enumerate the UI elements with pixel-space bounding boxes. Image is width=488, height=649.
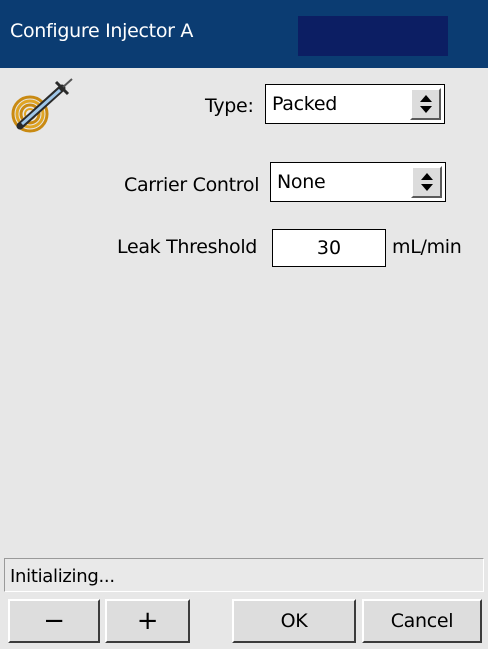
carrier-control-value: None	[277, 171, 326, 193]
leak-threshold-input[interactable]: 30	[272, 229, 386, 267]
type-label: Type:	[205, 95, 254, 117]
cancel-button[interactable]: Cancel	[362, 599, 482, 643]
status-bar: Initializing...	[4, 558, 484, 592]
injector-coil-icon	[6, 76, 86, 136]
leak-threshold-unit: mL/min	[392, 236, 462, 258]
decrement-button[interactable]: −	[8, 599, 100, 643]
up-down-arrows-icon	[420, 95, 432, 113]
configure-injector-window: Configure Injector A Type: Packed Carrie…	[0, 0, 488, 649]
increment-button[interactable]: +	[105, 599, 190, 643]
ok-button[interactable]: OK	[232, 599, 356, 643]
carrier-control-label: Carrier Control	[124, 174, 260, 196]
window-title: Configure Injector A	[10, 20, 194, 42]
status-text: Initializing...	[10, 566, 115, 587]
title-bar: Configure Injector A	[0, 0, 488, 68]
type-spinner-button[interactable]	[410, 88, 441, 120]
type-select[interactable]: Packed	[265, 84, 445, 124]
carrier-control-select[interactable]: None	[270, 162, 446, 202]
carrier-control-spinner-button[interactable]	[411, 166, 442, 198]
type-select-value: Packed	[272, 93, 337, 115]
up-down-arrows-icon	[421, 173, 433, 191]
title-bar-accent	[298, 16, 448, 56]
leak-threshold-label: Leak Threshold	[117, 236, 258, 258]
